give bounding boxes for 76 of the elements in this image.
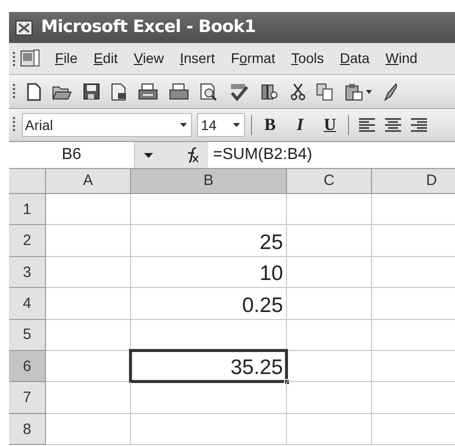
align-left-icon[interactable] bbox=[359, 118, 375, 132]
brush-icon[interactable] bbox=[383, 82, 397, 100]
table-cell[interactable] bbox=[46, 194, 131, 226]
cell-value: 35.25 bbox=[230, 357, 283, 380]
dropdown-arrow-icon[interactable] bbox=[233, 123, 240, 127]
row-header[interactable]: 4 bbox=[9, 288, 46, 320]
copy-icon[interactable] bbox=[316, 82, 334, 100]
row-header[interactable]: 6 bbox=[9, 350, 46, 382]
row-header[interactable]: 7 bbox=[9, 382, 46, 414]
cell-value: 0.25 bbox=[242, 294, 283, 318]
cell-value: 10 bbox=[260, 263, 283, 286]
table-cell[interactable] bbox=[287, 225, 372, 257]
table-cell[interactable] bbox=[287, 288, 372, 320]
menu-item[interactable]: Format bbox=[222, 48, 284, 69]
table-cell[interactable] bbox=[287, 414, 372, 446]
table-cell[interactable] bbox=[131, 194, 287, 226]
table-cell[interactable] bbox=[287, 320, 372, 351]
table-cell[interactable] bbox=[46, 414, 131, 446]
table-cell[interactable]: 35.25 bbox=[131, 350, 287, 382]
clipboard-icon[interactable] bbox=[345, 82, 363, 100]
dropdown-arrow-icon[interactable] bbox=[180, 123, 187, 127]
window-title: Microsoft Excel - Book1 bbox=[41, 16, 256, 39]
cell-value: 25 bbox=[260, 232, 283, 255]
underline-button[interactable]: U bbox=[320, 112, 340, 138]
table-cell[interactable] bbox=[46, 382, 131, 414]
table-cell[interactable] bbox=[131, 414, 287, 446]
dropdown-arrow-icon[interactable] bbox=[366, 90, 372, 94]
print-preview-icon[interactable] bbox=[200, 82, 218, 100]
grip-icon bbox=[13, 116, 16, 134]
row-header[interactable]: 5 bbox=[9, 320, 46, 351]
menu-item[interactable]: Edit bbox=[86, 48, 126, 69]
menu-item[interactable]: View bbox=[126, 48, 172, 69]
formula-field[interactable]: =SUM(B2:B4) bbox=[208, 142, 455, 168]
table-cell[interactable] bbox=[131, 382, 287, 414]
table-cell[interactable]: 10 bbox=[131, 256, 287, 288]
align-right-icon[interactable] bbox=[411, 118, 427, 132]
dropdown-arrow-icon[interactable] bbox=[144, 152, 153, 158]
column-header[interactable]: C bbox=[287, 169, 372, 194]
table-cell[interactable] bbox=[287, 350, 372, 382]
column-header[interactable]: B bbox=[131, 169, 287, 194]
grip-icon bbox=[13, 50, 16, 66]
table-cell[interactable] bbox=[46, 288, 131, 320]
menu-item[interactable]: Insert bbox=[172, 48, 223, 69]
table-cell[interactable] bbox=[287, 194, 372, 226]
table-cell[interactable] bbox=[287, 382, 372, 414]
row-header[interactable]: 1 bbox=[9, 194, 46, 226]
row-header[interactable]: 8 bbox=[9, 414, 46, 446]
spelling-icon[interactable] bbox=[229, 82, 249, 100]
research-icon[interactable] bbox=[260, 82, 280, 100]
menu-item[interactable]: Tools bbox=[283, 48, 332, 69]
save-icon[interactable] bbox=[83, 83, 100, 100]
column-header[interactable]: A bbox=[46, 169, 131, 194]
column-header[interactable]: D bbox=[372, 169, 455, 194]
row-header[interactable]: 2 bbox=[9, 225, 46, 257]
workbook-icon[interactable] bbox=[19, 48, 41, 68]
table-cell[interactable]: 25 bbox=[131, 225, 287, 257]
permission-icon[interactable] bbox=[111, 82, 127, 100]
scissors-icon[interactable] bbox=[291, 82, 305, 100]
font-size-dropdown[interactable]: 14 bbox=[197, 113, 245, 137]
menu-item[interactable]: Data bbox=[332, 48, 378, 69]
new-document-icon[interactable] bbox=[27, 82, 41, 100]
table-cell[interactable]: 0.25 bbox=[131, 288, 287, 320]
row-header[interactable]: 3 bbox=[9, 256, 46, 288]
font-dropdown[interactable]: Arial bbox=[22, 113, 192, 137]
printer-icon[interactable] bbox=[138, 82, 158, 100]
table-cell[interactable] bbox=[46, 320, 131, 351]
bold-button[interactable]: B bbox=[260, 112, 280, 138]
printer-icon[interactable] bbox=[169, 82, 189, 100]
italic-button[interactable]: I bbox=[290, 112, 310, 138]
table-cell[interactable] bbox=[46, 256, 131, 288]
menu-item[interactable]: Wind bbox=[377, 48, 426, 69]
table-cell[interactable] bbox=[287, 256, 372, 288]
grip-icon bbox=[13, 82, 16, 100]
table-cell[interactable] bbox=[46, 225, 131, 257]
menu-item[interactable]: File bbox=[47, 48, 86, 69]
align-center-icon[interactable] bbox=[385, 118, 401, 132]
